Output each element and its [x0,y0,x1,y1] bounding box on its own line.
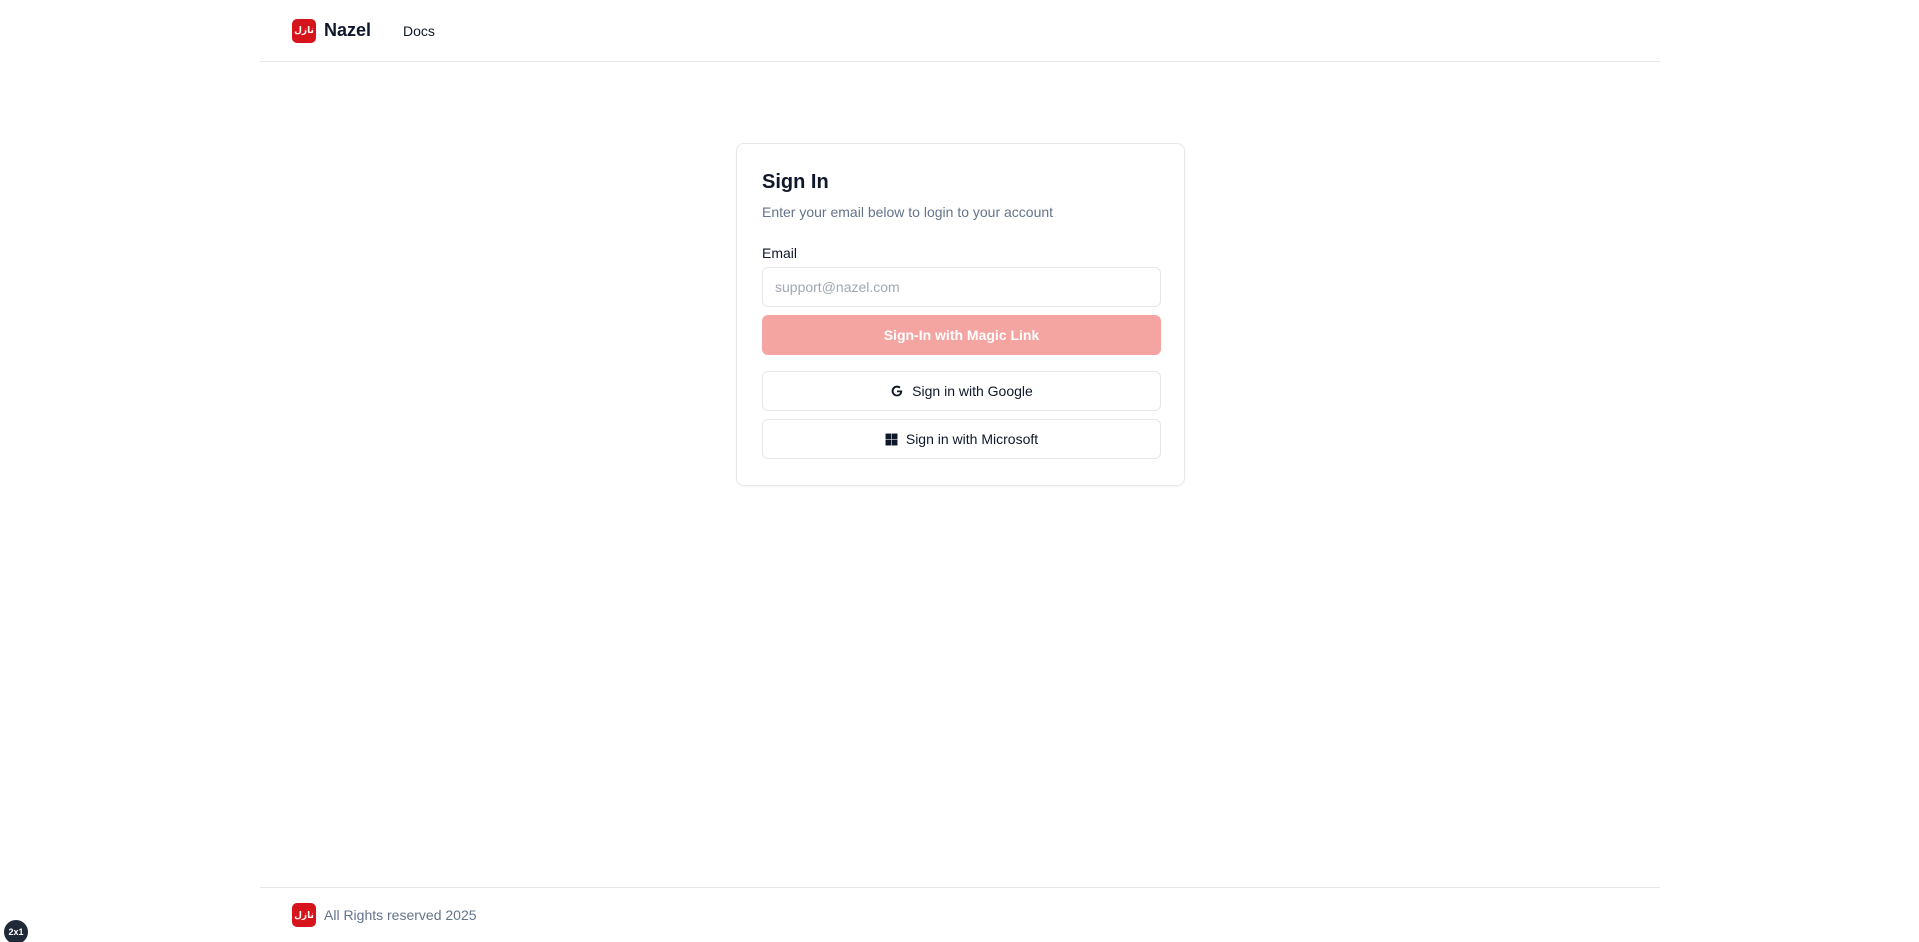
card-title: Sign In [762,171,829,193]
top-header: نازل Nazel Docs [260,0,1660,62]
google-button-label: Sign in with Google [912,383,1033,399]
email-label: Email [762,245,798,261]
email-input[interactable] [762,267,1161,307]
nav-docs-link[interactable]: Docs [403,23,435,39]
corner-badge[interactable]: 2x1 [4,920,28,942]
card-subtitle: Enter your email below to login to your … [762,204,1054,220]
copyright-text: All Rights reserved 2025 [324,907,477,923]
brand-name[interactable]: Nazel [324,20,371,41]
magic-link-button[interactable]: Sign-In with Magic Link [762,315,1161,355]
nazel-logo-icon[interactable]: نازل [292,18,316,43]
footer-logo-icon: نازل [292,903,316,927]
google-icon [890,384,904,398]
sign-in-card: Sign In Enter your email below to login … [736,143,1185,486]
google-sign-in-button[interactable]: Sign in with Google [762,371,1161,411]
microsoft-button-label: Sign in with Microsoft [905,431,1039,447]
sign-in-page: نازل Nazel Docs Sign In Enter your email… [0,0,1919,942]
page-footer: نازل All Rights reserved 2025 [260,887,1660,942]
microsoft-icon [885,433,898,446]
microsoft-sign-in-button[interactable]: Sign in with Microsoft [762,419,1161,459]
